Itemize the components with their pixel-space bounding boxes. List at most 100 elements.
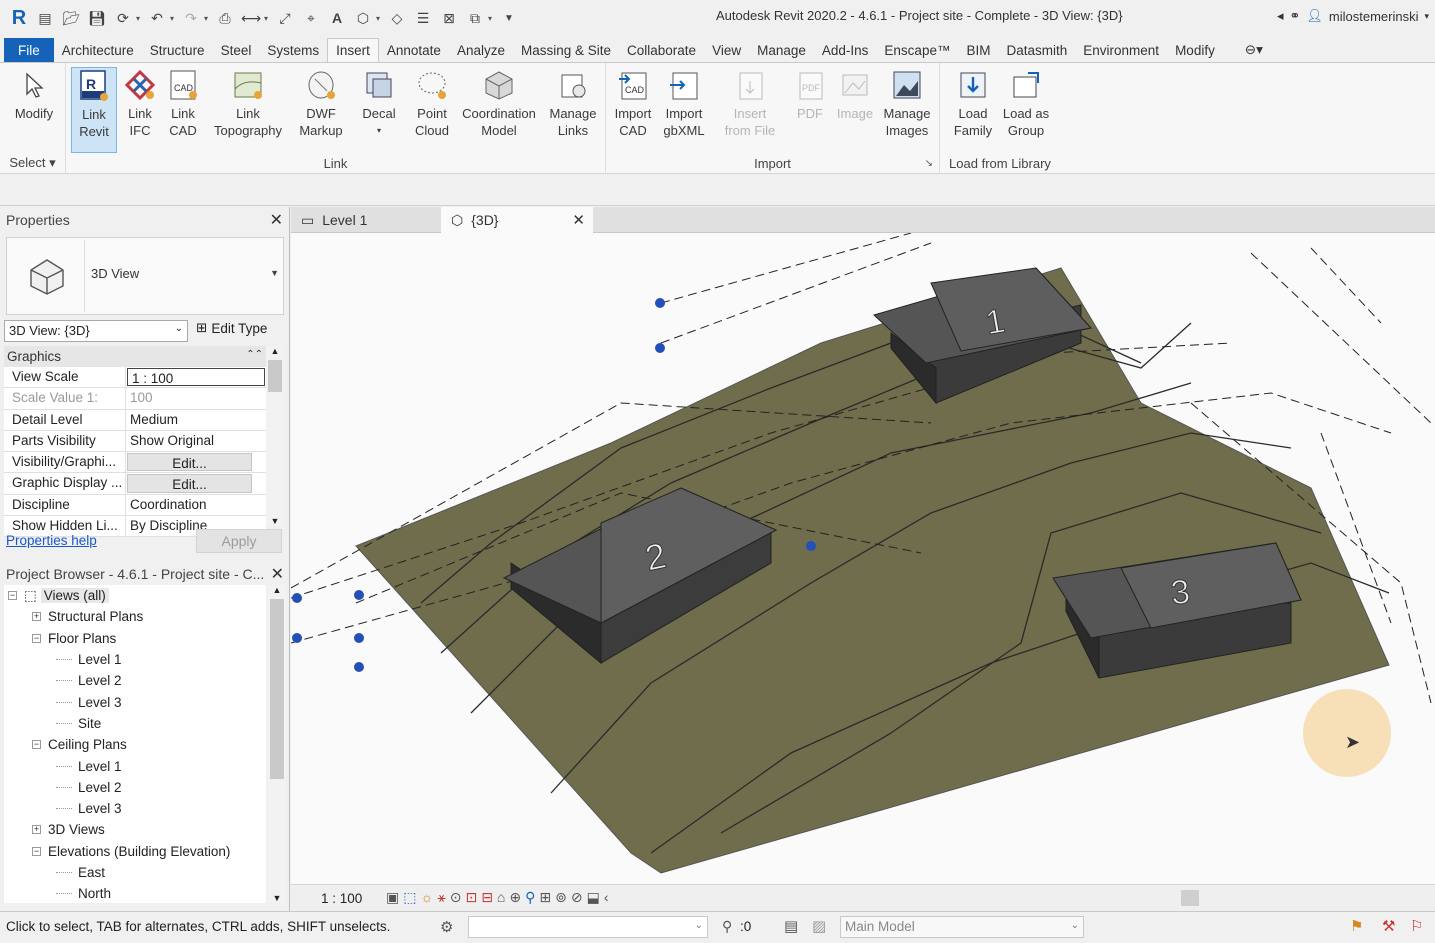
tab-modify[interactable]: Modify [1167,38,1223,62]
redo-dropdown-icon[interactable]: ▾ [204,14,212,23]
scroll-down-icon[interactable]: ▼ [266,516,284,526]
collapse-icon[interactable]: − [32,633,41,643]
shadows-icon[interactable]: ⚹ [437,889,445,906]
hide-analytical-icon[interactable]: ⊘ [571,889,583,906]
close-hidden-icon[interactable]: ⊠ [438,7,460,29]
editing-requests-icon[interactable]: ▤ [784,917,798,935]
tab-massing-site[interactable]: Massing & Site [513,38,619,62]
open-icon[interactable]: 📂︎ [60,7,82,29]
print-icon[interactable]: ⎙ [214,7,236,29]
close-tab-icon[interactable]: ✕ [572,211,585,229]
tree-node[interactable]: − ⬚ Views (all) [4,585,266,606]
tab-environment[interactable]: Environment [1075,38,1167,62]
link-topography-button[interactable]: Link Topography [208,67,288,139]
tree-node[interactable]: − Elevations (Building Elevation) [4,841,266,862]
expand-icon[interactable]: + [32,612,41,622]
thin-lines-icon[interactable]: ☰ [412,7,434,29]
temp-hide-icon[interactable]: ⊕ [509,889,521,906]
design-option-select[interactable]: Main Model ⌄ [840,916,1084,938]
tab-annotate[interactable]: Annotate [379,38,449,62]
measure-icon[interactable]: ⟷ [240,7,262,29]
property-value[interactable]: 1 : 100 [127,368,265,387]
switch-windows-icon[interactable]: ⧉ [464,7,486,29]
property-value[interactable]: Show Original [126,431,266,451]
collapse-icon[interactable]: − [32,740,41,750]
undo-icon[interactable]: ↶ [146,7,168,29]
user-name[interactable]: milostemerinski [1329,9,1419,24]
temp-view-properties-icon[interactable]: ⊚ [555,889,567,906]
sync-dropdown-icon[interactable]: ▾ [136,14,144,23]
design-options-icon[interactable]: ▨ [812,917,826,935]
tree-node[interactable]: Level 3 [4,691,266,712]
sun-path-icon[interactable]: ☼ [420,889,433,906]
ribbon-toggle-icon[interactable]: ⊖▾ [1237,38,1271,62]
point-cloud-button[interactable]: Point Cloud [408,67,456,139]
tab-structure[interactable]: Structure [142,38,213,62]
tab-analyze[interactable]: Analyze [449,38,513,62]
tab-file[interactable]: File [4,38,54,62]
rendering-icon[interactable]: ⊙ [450,889,462,906]
properties-scrollbar[interactable]: ▲ ▼ [266,346,284,526]
worksharing-icon[interactable]: ⊞ [539,889,551,906]
link-cad-button[interactable]: CAD Link CAD [162,67,204,139]
tab-level-1[interactable]: ▭ Level 1 [291,207,441,233]
tree-node[interactable]: + Structural Plans [4,606,266,627]
collapse-group-icon[interactable]: ⌃⌃ [246,349,263,364]
property-value[interactable]: Coordination [126,495,266,515]
scroll-up-icon[interactable]: ▲ [266,346,284,356]
chevron-left-icon[interactable]: ◂ [1277,8,1284,24]
customize-qat-icon[interactable]: ▼ [498,7,520,29]
select-pinned-icon[interactable]: ⚐ [1410,917,1423,935]
decal-dropdown-icon[interactable]: ▾ [377,122,381,139]
expand-icon[interactable]: + [32,825,41,835]
tab-insert[interactable]: Insert [327,38,379,62]
3d-view-icon[interactable]: ⬡ [352,7,374,29]
user-dropdown-icon[interactable]: ▾ [1424,11,1429,22]
decal-button[interactable]: Decal ▾ [354,67,404,139]
properties-help-link[interactable]: Properties help [6,533,97,548]
import-gbxml-button[interactable]: Import gbXML [658,67,710,139]
tab-systems[interactable]: Systems [259,38,327,62]
filter-icon[interactable]: ⚲ [722,918,732,935]
section-icon[interactable]: ◇ [386,7,408,29]
manage-links-button[interactable]: Manage Links [544,67,602,139]
select-panel-title[interactable]: Select ▾ [0,155,65,171]
tree-node[interactable]: Level 2 [4,670,266,691]
dwf-markup-button[interactable]: DWF Markup [294,67,348,139]
text-icon[interactable]: A [326,7,348,29]
highlight-displacement-icon[interactable]: ⬓ [587,889,600,906]
tab-steel[interactable]: Steel [213,38,260,62]
image-button[interactable]: Image [832,67,878,122]
collapse-icon[interactable]: − [32,846,41,856]
collapse-bar-icon[interactable]: ‹ [604,889,609,906]
edit-button[interactable]: Edit... [127,453,252,472]
binoculars-icon[interactable]: ⚭ [1289,8,1300,24]
edit-type-button[interactable]: ⊞ Edit Type [196,320,267,336]
sync-icon[interactable]: ⟳ [112,7,134,29]
undo-dropdown-icon[interactable]: ▾ [170,14,178,23]
close-browser-icon[interactable]: ✕ [271,564,284,584]
tab-add-ins[interactable]: Add-Ins [814,38,877,62]
redo-icon[interactable]: ↷ [180,7,202,29]
view-scale[interactable]: 1 : 100 [321,891,362,906]
browser-scrollbar[interactable]: ▲ ▼ [268,585,286,903]
scroll-up-icon[interactable]: ▲ [268,585,286,595]
tree-node[interactable]: Level 3 [4,798,266,819]
3d-viewport[interactable]: 1 2 3 [291,233,1435,884]
dimension-icon[interactable]: ⤢ [274,7,296,29]
crop-view-icon[interactable]: ⊡ [465,889,477,906]
graphics-group-header[interactable]: Graphics ⌃⌃ [4,346,266,367]
property-value[interactable]: Medium [126,410,266,430]
measure-dropdown-icon[interactable]: ▾ [264,14,272,23]
unlocked-view-icon[interactable]: ⌂ [497,889,505,906]
select-underlay-icon[interactable]: ⚒ [1382,917,1395,935]
tree-node[interactable]: North [4,883,266,903]
modify-button[interactable]: Modify [8,67,60,122]
edit-button[interactable]: Edit... [127,474,252,493]
load-family-button[interactable]: Load Family [950,67,996,139]
active-workset-select[interactable]: ⌄ [468,916,708,938]
tree-node[interactable]: Level 2 [4,777,266,798]
tab-architecture[interactable]: Architecture [54,38,142,62]
import-dialog-launcher-icon[interactable]: ↘ [925,158,933,169]
user-icon[interactable]: 👤︎ [1306,8,1323,24]
